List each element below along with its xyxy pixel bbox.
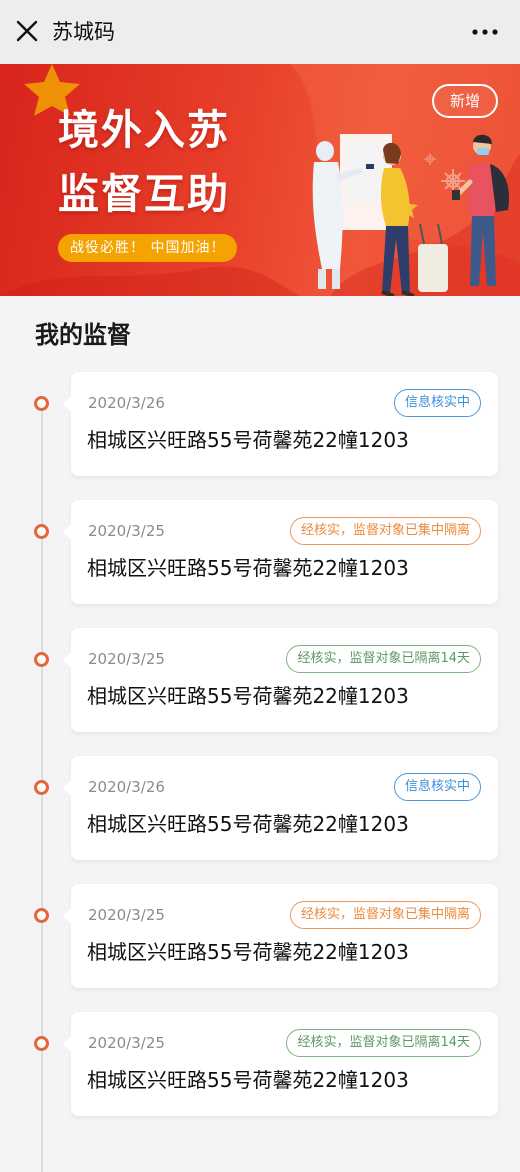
timeline-dot [34, 1036, 49, 1051]
record-date: 2020/3/26 [88, 394, 165, 412]
banner-title-line2: 监督互助 [58, 170, 230, 218]
record-address: 相城区兴旺路55号荷馨苑22幢1203 [87, 1068, 409, 1092]
status-badge: 信息核实中 [393, 389, 481, 417]
record-date: 2020/3/25 [88, 650, 165, 668]
list-item[interactable]: 2020/3/25 经核实，监督对象已隔离14天 相城区兴旺路55号荷馨苑22幢… [0, 1012, 520, 1116]
record-address: 相城区兴旺路55号荷馨苑22幢1203 [87, 556, 409, 580]
record-card[interactable]: 2020/3/26 信息核实中 相城区兴旺路55号荷馨苑22幢1203 [63, 372, 498, 476]
status-badge: 经核实，监督对象已集中隔离 [289, 517, 481, 545]
record-date: 2020/3/25 [88, 1034, 165, 1052]
close-icon [16, 20, 38, 42]
more-button[interactable] [470, 22, 500, 42]
record-card[interactable]: 2020/3/25 经核实，监督对象已隔离14天 相城区兴旺路55号荷馨苑22幢… [63, 1012, 498, 1116]
timeline-dot [34, 908, 49, 923]
record-address: 相城区兴旺路55号荷馨苑22幢1203 [87, 428, 409, 452]
top-bar: 苏城码 [0, 0, 520, 64]
status-badge: 经核实，监督对象已集中隔离 [289, 901, 481, 929]
banner: 境外入苏 监督互助 战役必胜！ 中国加油！ 新增 [0, 64, 520, 296]
record-card[interactable]: 2020/3/26 信息核实中 相城区兴旺路55号荷馨苑22幢1203 [63, 756, 498, 860]
list-item[interactable]: 2020/3/25 经核实，监督对象已隔离14天 相城区兴旺路55号荷馨苑22幢… [0, 628, 520, 732]
app-title: 苏城码 [52, 20, 115, 44]
more-dots-icon [472, 29, 498, 35]
record-date: 2020/3/26 [88, 778, 165, 796]
timeline-dot [34, 524, 49, 539]
status-badge: 信息核实中 [393, 773, 481, 801]
record-date: 2020/3/25 [88, 522, 165, 540]
timeline-dot [34, 396, 49, 411]
record-card[interactable]: 2020/3/25 经核实，监督对象已集中隔离 相城区兴旺路55号荷馨苑22幢1… [63, 884, 498, 988]
banner-slogan: 战役必胜！ 中国加油！ [58, 234, 238, 262]
list-item[interactable]: 2020/3/25 经核实，监督对象已集中隔离 相城区兴旺路55号荷馨苑22幢1… [0, 500, 520, 604]
close-button[interactable] [12, 16, 42, 46]
status-badge: 经核实，监督对象已隔离14天 [286, 645, 481, 673]
record-card[interactable]: 2020/3/25 经核实，监督对象已隔离14天 相城区兴旺路55号荷馨苑22幢… [63, 628, 498, 732]
record-card[interactable]: 2020/3/25 经核实，监督对象已集中隔离 相城区兴旺路55号荷馨苑22幢1… [63, 500, 498, 604]
status-badge: 经核实，监督对象已隔离14天 [286, 1029, 481, 1057]
timeline-dot [34, 780, 49, 795]
add-button[interactable]: 新增 [432, 84, 498, 118]
list-item[interactable]: 2020/3/26 信息核实中 相城区兴旺路55号荷馨苑22幢1203 [0, 372, 520, 476]
banner-title-line1: 境外入苏 [58, 106, 230, 154]
record-date: 2020/3/25 [88, 906, 165, 924]
section-title: 我的监督 [35, 321, 131, 349]
list-item[interactable]: 2020/3/25 经核实，监督对象已集中隔离 相城区兴旺路55号荷馨苑22幢1… [0, 884, 520, 988]
record-address: 相城区兴旺路55号荷馨苑22幢1203 [87, 684, 409, 708]
timeline-dot [34, 652, 49, 667]
list-item[interactable]: 2020/3/26 信息核实中 相城区兴旺路55号荷馨苑22幢1203 [0, 756, 520, 860]
record-address: 相城区兴旺路55号荷馨苑22幢1203 [87, 812, 409, 836]
record-address: 相城区兴旺路55号荷馨苑22幢1203 [87, 940, 409, 964]
